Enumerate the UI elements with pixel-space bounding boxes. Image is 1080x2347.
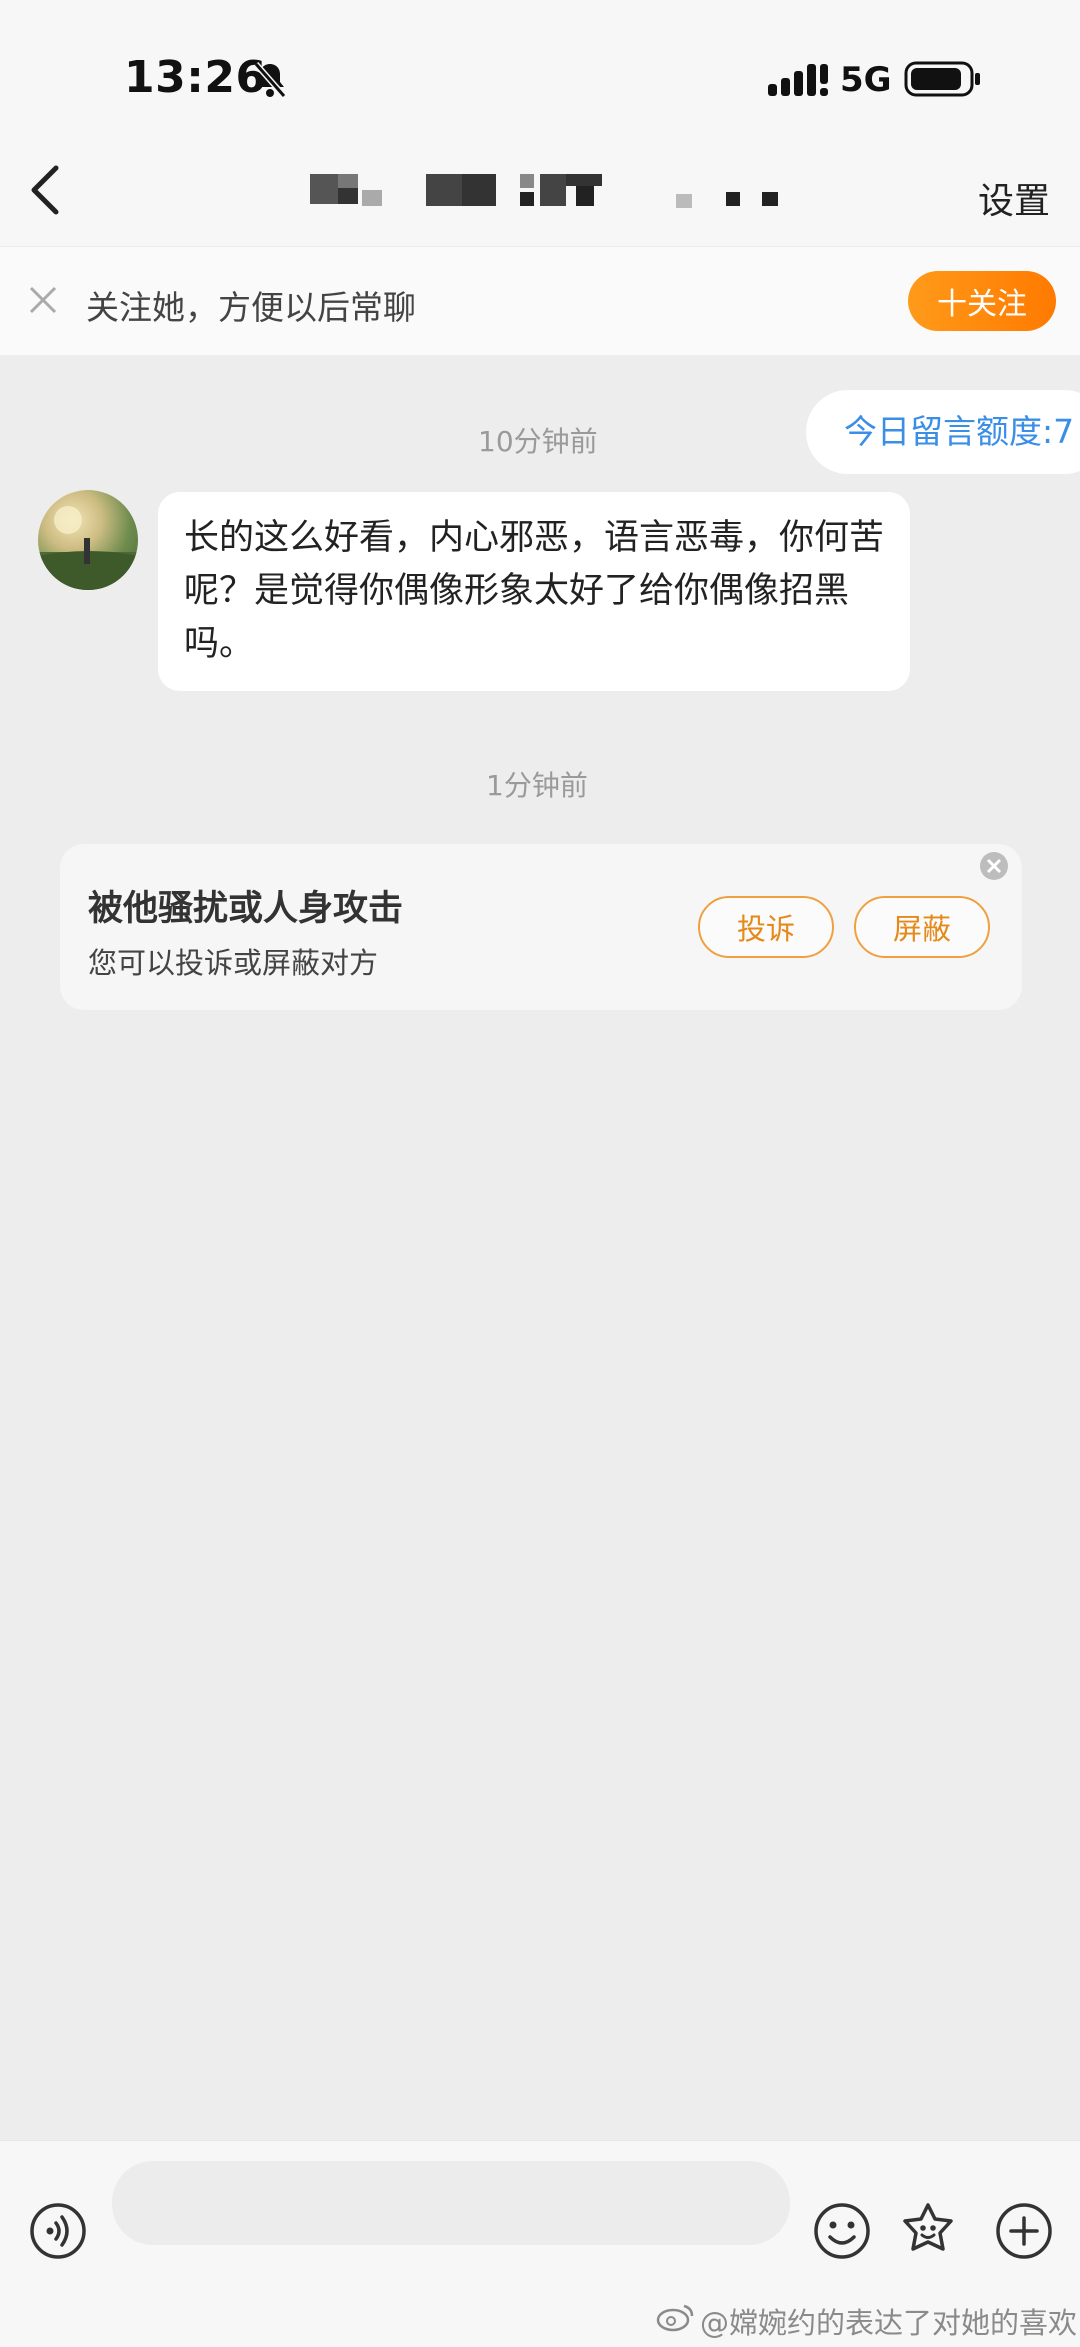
- network-type: 5G: [840, 60, 892, 100]
- weibo-logo-icon: [656, 2304, 694, 2332]
- follow-prompt-text: 关注她，方便以后常聊: [86, 288, 416, 327]
- message-timestamp: 10分钟前: [478, 425, 598, 458]
- harassment-subtitle: 您可以投诉或屏蔽对方: [88, 946, 379, 980]
- harassment-title: 被他骚扰或人身攻击: [88, 889, 404, 929]
- message-timestamp-recent: 1分钟前: [486, 769, 588, 802]
- block-button[interactable]: 屏蔽: [854, 896, 990, 958]
- message-input[interactable]: [112, 2161, 790, 2245]
- bell-muted-icon: [253, 62, 287, 98]
- status-time: 13:26: [124, 52, 267, 103]
- settings-button[interactable]: 设置: [978, 172, 1050, 224]
- watermark-text: @嫦婉约的表达了对她的喜欢: [700, 2306, 1078, 2340]
- follow-banner: 关注她，方便以后常聊 十关注: [0, 246, 1080, 355]
- close-icon[interactable]: [978, 850, 1010, 882]
- follow-button[interactable]: 十关注: [908, 271, 1056, 331]
- emoji-icon[interactable]: [812, 2201, 872, 2261]
- back-arrow-icon[interactable]: [22, 160, 72, 220]
- plus-icon[interactable]: [994, 2201, 1054, 2261]
- avatar-photo: [38, 506, 138, 590]
- avatar[interactable]: [38, 490, 138, 590]
- header-area: 13:26 5G 设置: [0, 0, 1080, 246]
- sticker-icon[interactable]: [898, 2199, 958, 2259]
- voice-icon[interactable]: [28, 2201, 88, 2261]
- close-icon[interactable]: [26, 283, 60, 317]
- page-title-pixelated: [310, 174, 778, 208]
- quota-badge: 今日留言额度:7: [806, 390, 1080, 474]
- complain-button[interactable]: 投诉: [698, 896, 834, 958]
- chat-screen: 13:26 5G 设置 关注她，方便以后常聊 十关注 今日留言额度:7 10分钟…: [0, 0, 1080, 2347]
- harassment-report-card: 被他骚扰或人身攻击 您可以投诉或屏蔽对方 投诉 屏蔽: [60, 844, 1022, 1010]
- battery-icon: [904, 61, 980, 97]
- message-bubble[interactable]: 长的这么好看，内心邪恶，语言恶毒，你何苦呢？是觉得你偶像形象太好了给你偶像招黑吗…: [158, 492, 910, 691]
- signal-icon: [768, 64, 828, 96]
